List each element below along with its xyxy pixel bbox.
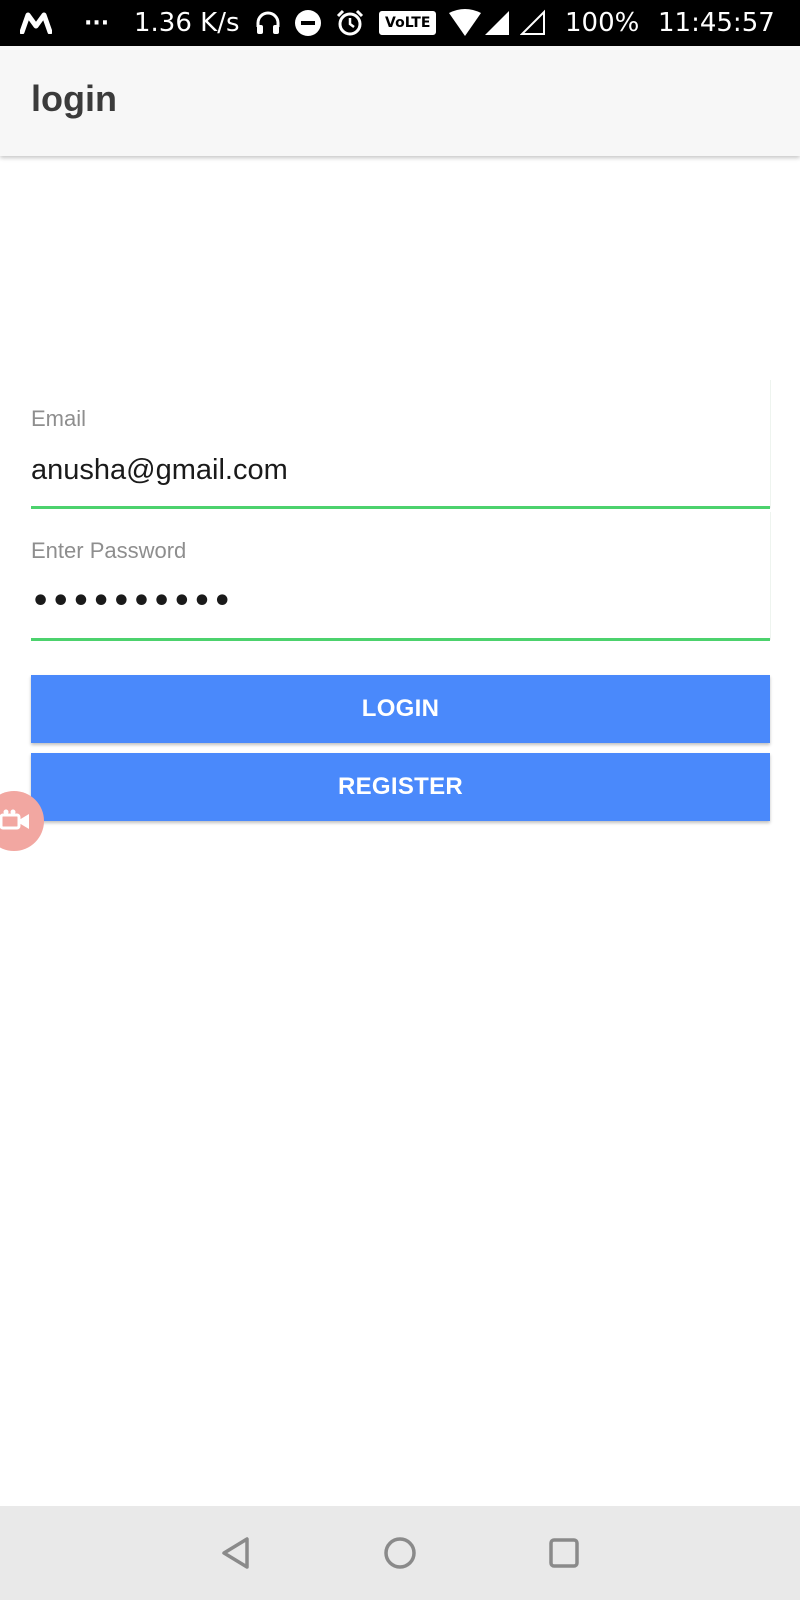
signal-empty-icon [520, 0, 546, 46]
status-bar: ··· 1.36 K/s VoLTE 100% 11:45:57 [0, 0, 800, 46]
password-input[interactable]: •••••••••• [31, 584, 233, 619]
recents-icon[interactable] [544, 1533, 584, 1573]
alarm-icon [335, 0, 365, 46]
register-button[interactable]: REGISTER [31, 753, 770, 821]
app-bar: login [0, 46, 800, 156]
password-underline [31, 638, 770, 641]
screen-recorder-icon [0, 809, 30, 838]
back-icon[interactable] [216, 1533, 256, 1573]
email-label: Email [31, 406, 87, 431]
password-label: Enter Password [31, 538, 187, 563]
page-title: login [31, 78, 117, 119]
field-edge [770, 380, 771, 508]
headphones-icon [254, 0, 282, 46]
field-edge [770, 512, 771, 640]
more-icon: ··· [84, 10, 110, 36]
network-speed: 1.36 K/s [134, 8, 240, 38]
navigation-bar [0, 1506, 800, 1600]
volte-icon: VoLTE [379, 0, 437, 46]
battery-percent: 100% [565, 8, 640, 38]
email-input[interactable]: anusha@gmail.com [31, 454, 288, 487]
signal-icon [484, 0, 510, 46]
login-form: Email anusha@gmail.com Enter Password ••… [31, 380, 771, 644]
dnd-icon [294, 0, 322, 46]
password-field[interactable]: Enter Password •••••••••• [31, 512, 771, 644]
email-underline [31, 506, 770, 509]
login-button[interactable]: LOGIN [31, 675, 770, 743]
wifi-icon [448, 0, 482, 46]
home-icon[interactable] [380, 1533, 420, 1573]
carrier-icon [20, 0, 52, 46]
email-field[interactable]: Email anusha@gmail.com [31, 380, 771, 512]
login-screen: ··· 1.36 K/s VoLTE 100% 11:45:57 login E… [0, 0, 800, 1600]
clock: 11:45:57 [658, 8, 775, 38]
